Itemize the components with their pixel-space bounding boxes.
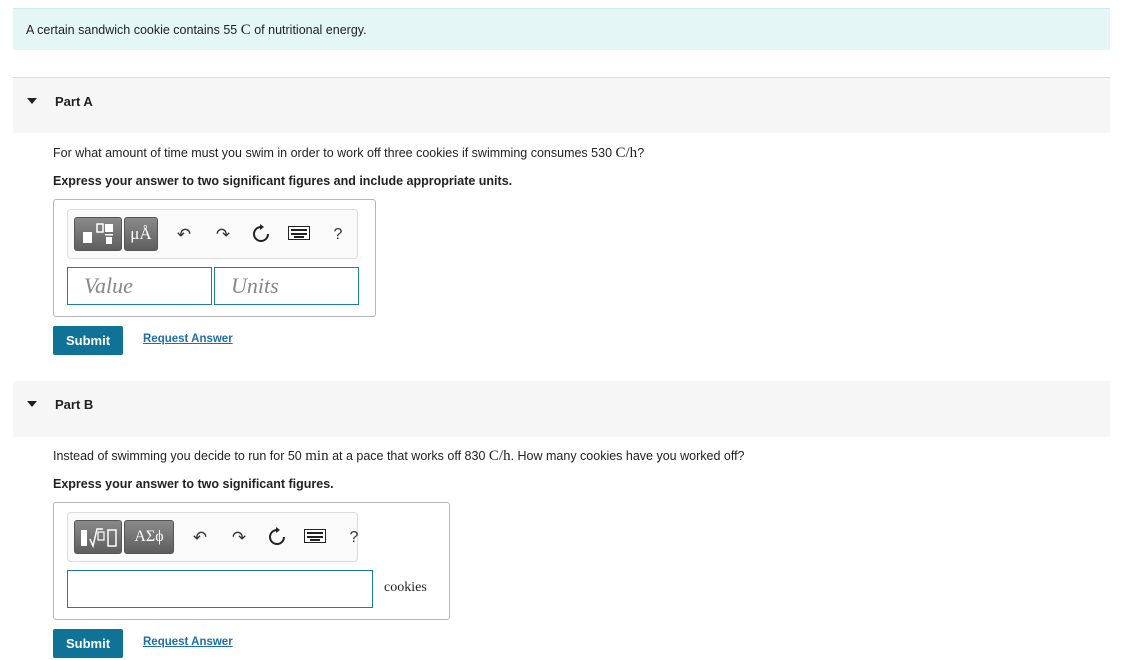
part-b-question-post: . How many cookies have you worked off? <box>510 449 745 463</box>
help-icon[interactable]: ? <box>343 527 365 549</box>
part-a-header[interactable]: Part A <box>13 77 1110 133</box>
sqrt-templates-icon <box>81 528 117 549</box>
part-b-question: Instead of swimming you decide to run fo… <box>53 448 745 465</box>
part-a-question: For what amount of time must you swim in… <box>53 145 644 162</box>
templates-icon <box>83 223 113 244</box>
help-icon[interactable]: ? <box>327 224 349 246</box>
greek-symbols-button[interactable]: ΑΣϕ <box>124 520 174 554</box>
part-b-request-answer-link[interactable]: Request Answer <box>143 636 233 648</box>
part-b-header[interactable]: Part B <box>13 381 1110 437</box>
units-symbols-button[interactable]: μÅ <box>124 217 158 251</box>
collapse-chevron-icon[interactable] <box>27 401 37 407</box>
part-a-submit-button[interactable]: Submit <box>53 326 123 355</box>
value-input[interactable]: Value <box>67 267 212 305</box>
redo-icon[interactable]: ↷ <box>228 527 250 549</box>
keyboard-icon[interactable] <box>304 527 326 549</box>
part-a-question-math: C/h <box>615 145 638 161</box>
intro-unit: C <box>240 22 251 38</box>
part-b-answer-box: ΑΣϕ ↶ ↷ ? cookies <box>53 502 450 620</box>
collapse-chevron-icon[interactable] <box>27 98 37 104</box>
reset-icon[interactable] <box>250 224 272 246</box>
undo-icon[interactable]: ↶ <box>173 224 195 246</box>
intro-text-pre: A certain sandwich cookie contains 55 <box>26 23 238 37</box>
part-a-question-pre: For what amount of time must you swim in… <box>53 146 613 160</box>
part-a-request-answer-link[interactable]: Request Answer <box>143 333 233 345</box>
intro-text: A certain sandwich cookie contains 55 C … <box>26 22 367 39</box>
units-input[interactable]: Units <box>214 267 359 305</box>
part-b-toolbar: ΑΣϕ ↶ ↷ ? <box>67 512 358 562</box>
redo-icon[interactable]: ↷ <box>212 224 234 246</box>
keyboard-icon[interactable] <box>288 224 310 246</box>
reset-icon[interactable] <box>266 527 288 549</box>
part-b-title: Part B <box>55 397 94 412</box>
part-b-submit-button[interactable]: Submit <box>53 629 123 658</box>
part-b-question-math-rate: C/h <box>488 448 511 464</box>
part-a-question-post: ? <box>637 146 645 160</box>
templates-button[interactable] <box>74 520 122 554</box>
answer-input[interactable] <box>67 570 373 608</box>
problem-intro: A certain sandwich cookie contains 55 C … <box>13 8 1110 50</box>
part-a-title: Part A <box>55 94 93 109</box>
part-b-instruction: Express your answer to two significant f… <box>53 477 334 491</box>
part-a-instruction: Express your answer to two significant f… <box>53 174 513 188</box>
part-b-question-pre: Instead of swimming you decide to run fo… <box>53 449 302 463</box>
part-a-toolbar: μÅ ↶ ↷ ? <box>67 209 358 259</box>
part-a-answer-box: μÅ ↶ ↷ ? Value Units <box>53 199 376 317</box>
part-b-question-mid: at a pace that works off 830 <box>332 449 486 463</box>
templates-button[interactable] <box>74 217 122 251</box>
undo-icon[interactable]: ↶ <box>189 527 211 549</box>
cookies-unit-label: cookies <box>384 580 427 595</box>
intro-text-post: of nutritional energy. <box>254 23 367 37</box>
part-b-question-math-min: min <box>305 448 329 464</box>
